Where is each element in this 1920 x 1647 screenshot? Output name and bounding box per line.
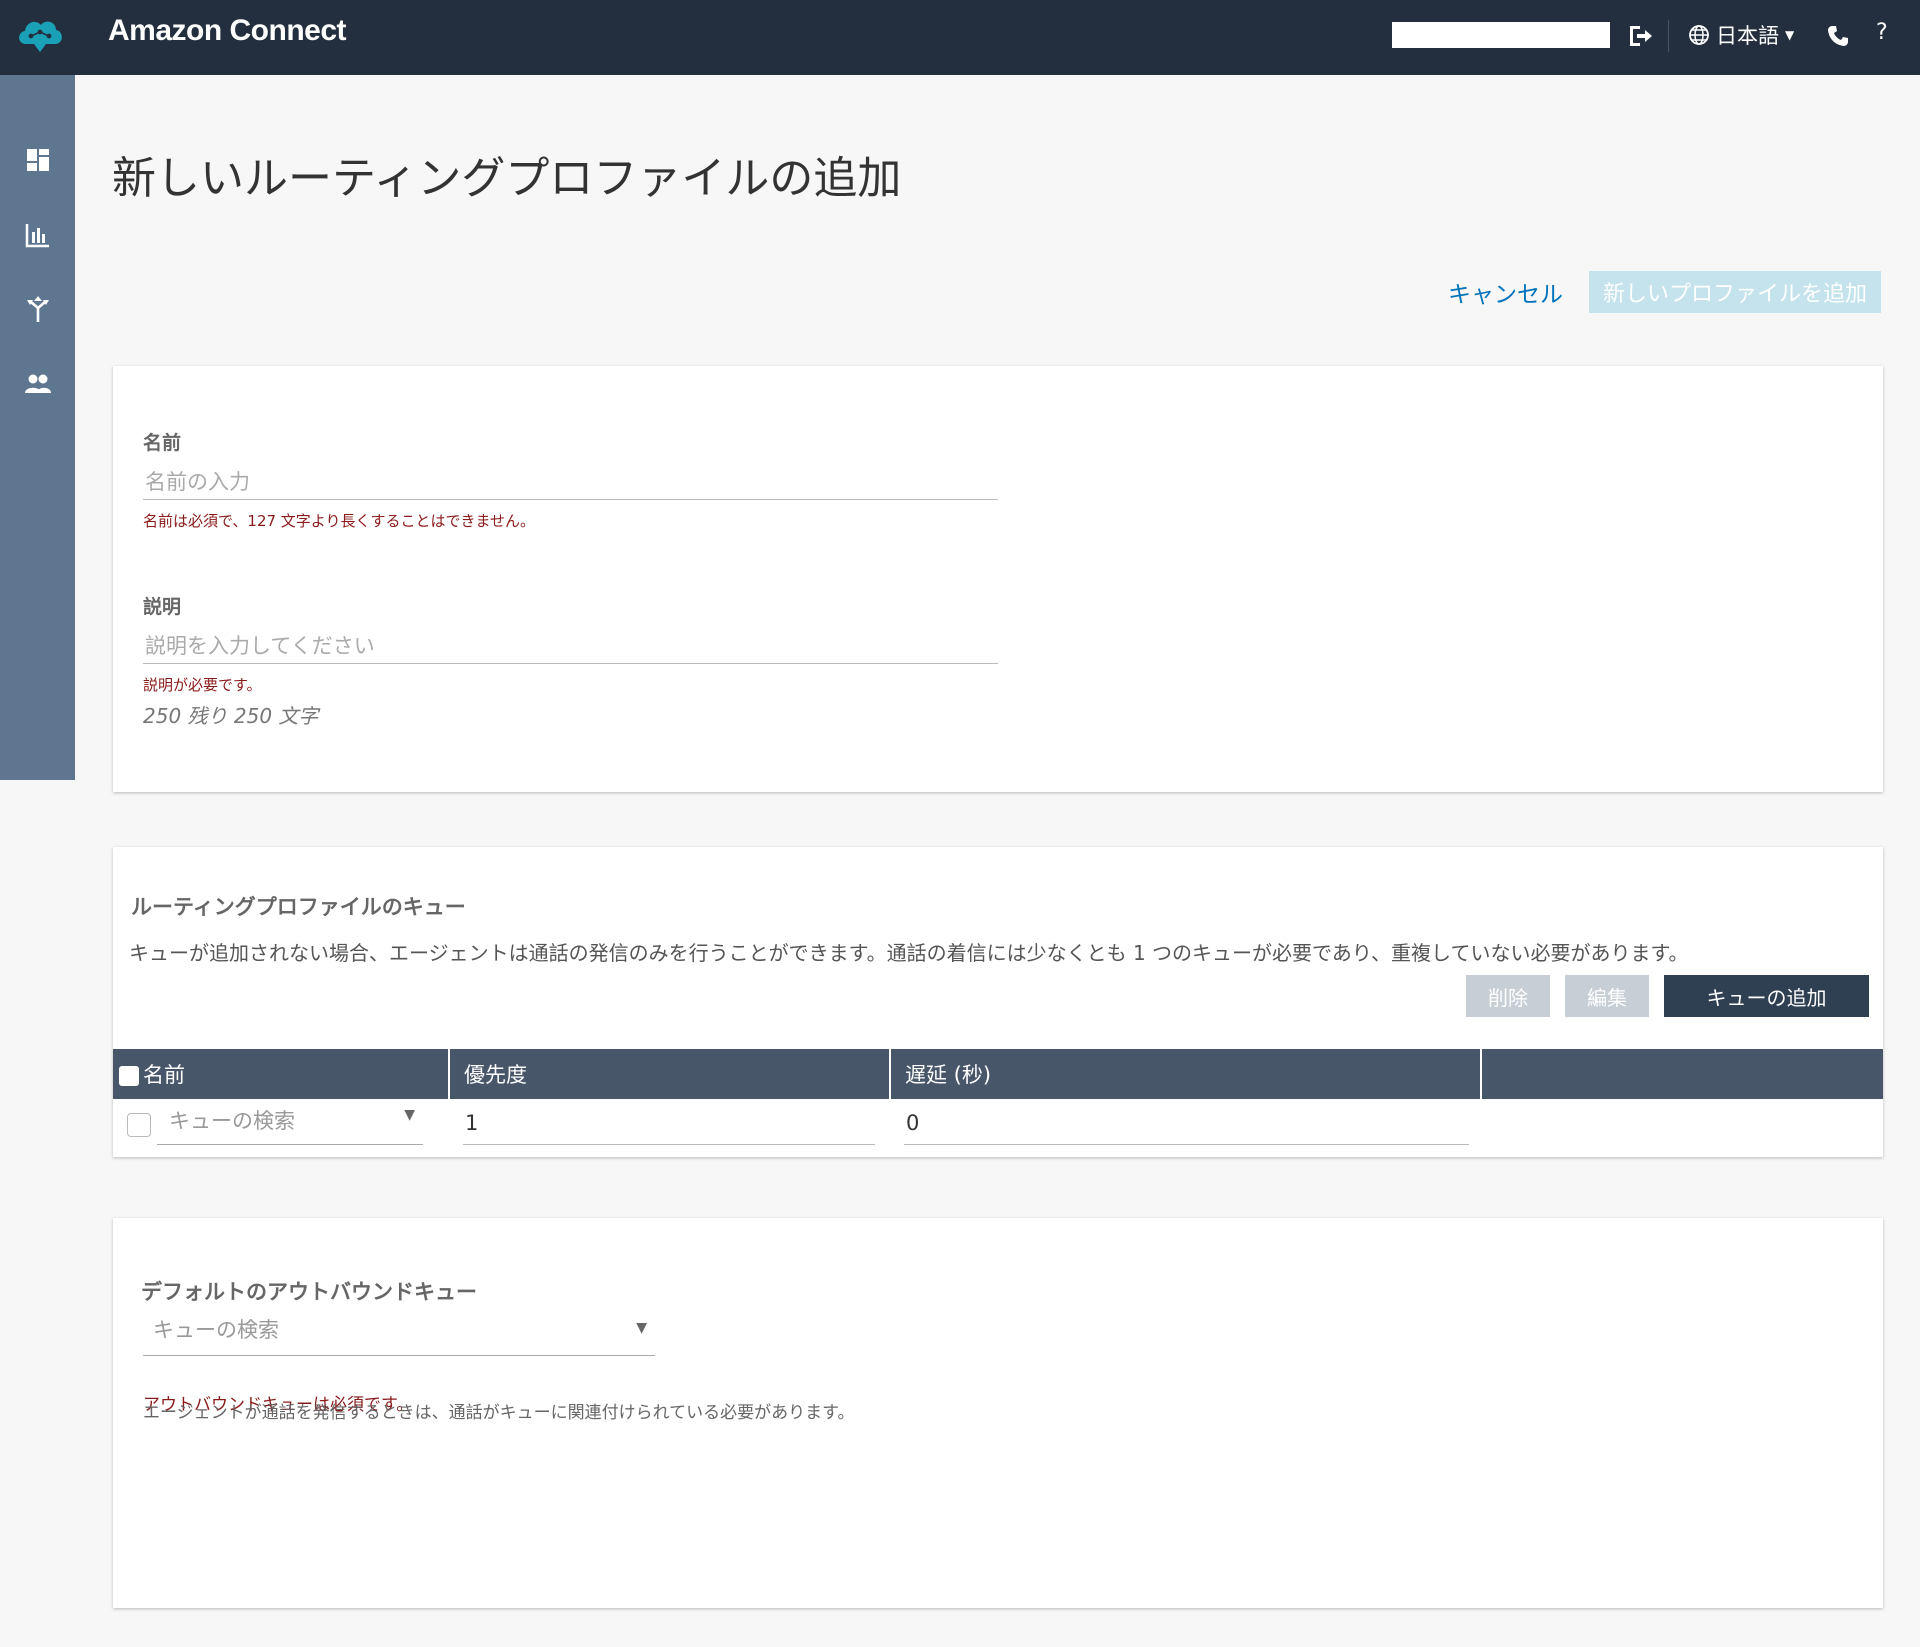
delete-button[interactable]: 削除 <box>1466 975 1550 1017</box>
help-icon[interactable]: ? <box>1876 20 1888 45</box>
char-count: 250 残り 250 文字 <box>143 704 319 728</box>
add-profile-button[interactable]: 新しいプロファイルを追加 <box>1589 271 1881 313</box>
column-header-delay: 遅延 (秒) <box>890 1049 1482 1099</box>
edit-button[interactable]: 編集 <box>1565 975 1649 1017</box>
users-icon[interactable] <box>23 369 53 399</box>
row-checkbox[interactable] <box>127 1113 151 1137</box>
logout-icon[interactable] <box>1626 22 1654 50</box>
name-label: 名前 <box>143 432 182 454</box>
queues-card: ルーティングプロファイルのキュー キューが追加されない場合、エージェントは通話の… <box>113 847 1883 1157</box>
column-header-empty <box>1481 1049 1883 1099</box>
cancel-button[interactable]: キャンセル <box>1448 275 1563 309</box>
description-error: 説明が必要です。 <box>143 676 262 694</box>
description-input[interactable] <box>143 628 998 664</box>
outbound-queue-select[interactable]: キューの検索 ▼ <box>143 1314 655 1356</box>
empty-cell <box>1481 1099 1883 1155</box>
chevron-down-icon: ▼ <box>1785 28 1795 42</box>
name-error: 名前は必須で、127 文字より長くすることはできません。 <box>143 512 536 530</box>
app-title[interactable]: Amazon Connect <box>108 14 347 48</box>
queue-search-select[interactable]: キューの検索 ▼ <box>157 1105 423 1145</box>
column-header-name: 名前 <box>113 1049 450 1099</box>
outbound-queue-placeholder: キューの検索 <box>153 1318 279 1342</box>
table-row: キューの検索 ▼ 1 0 <box>113 1099 1883 1155</box>
priority-input[interactable]: 1 <box>463 1107 875 1145</box>
page-title: 新しいルーティングプロファイルの追加 <box>112 153 902 204</box>
globe-icon <box>1689 25 1709 45</box>
sidebar <box>0 75 75 780</box>
queue-search-placeholder: キューの検索 <box>169 1109 295 1133</box>
dashboard-icon[interactable] <box>23 145 53 175</box>
description-label: 説明 <box>143 596 182 618</box>
queue-cell: キューの検索 ▼ <box>113 1099 449 1155</box>
outbound-queue-card: デフォルトのアウトバウンドキュー キューの検索 ▼ アウトバウンドキューは必須で… <box>113 1218 1883 1608</box>
column-header-priority: 優先度 <box>449 1049 891 1099</box>
queues-title: ルーティングプロファイルのキュー <box>131 895 466 919</box>
connect-logo-icon[interactable] <box>14 12 66 58</box>
language-label: 日本語 <box>1716 24 1779 48</box>
profile-details-card: 名前 名前は必須で、127 文字より長くすることはできません。 説明 説明が必要… <box>113 366 1883 792</box>
metrics-icon[interactable] <box>23 220 53 250</box>
column-name-label: 名前 <box>143 1063 185 1087</box>
routing-icon[interactable] <box>23 294 53 324</box>
add-queue-button[interactable]: キューの追加 <box>1664 975 1869 1017</box>
top-divider <box>1668 20 1669 52</box>
phone-icon[interactable] <box>1826 24 1850 48</box>
dropdown-caret-icon: ▼ <box>636 1320 647 1336</box>
queues-description: キューが追加されない場合、エージェントは通話の発信のみを行うことができます。通話… <box>129 941 1689 965</box>
top-bar: Amazon Connect 日本語 ▼ ? <box>0 0 1920 75</box>
select-all-checkbox[interactable] <box>119 1066 139 1086</box>
delay-input[interactable]: 0 <box>904 1107 1469 1145</box>
outbound-queue-note: エージェントが通話を発信するときは、通話がキューに関連付けられている必要がありま… <box>143 1403 855 1423</box>
user-name-box <box>1392 22 1610 48</box>
queue-table: 名前 優先度 遅延 (秒) キューの検索 ▼ 1 0 <box>113 1049 1883 1155</box>
priority-cell: 1 <box>449 1099 890 1155</box>
name-input[interactable] <box>143 464 998 500</box>
outbound-queue-label: デフォルトのアウトバウンドキュー <box>141 1280 477 1304</box>
dropdown-caret-icon: ▼ <box>404 1107 415 1123</box>
delay-cell: 0 <box>890 1099 1481 1155</box>
language-selector[interactable]: 日本語 ▼ <box>1688 20 1794 50</box>
